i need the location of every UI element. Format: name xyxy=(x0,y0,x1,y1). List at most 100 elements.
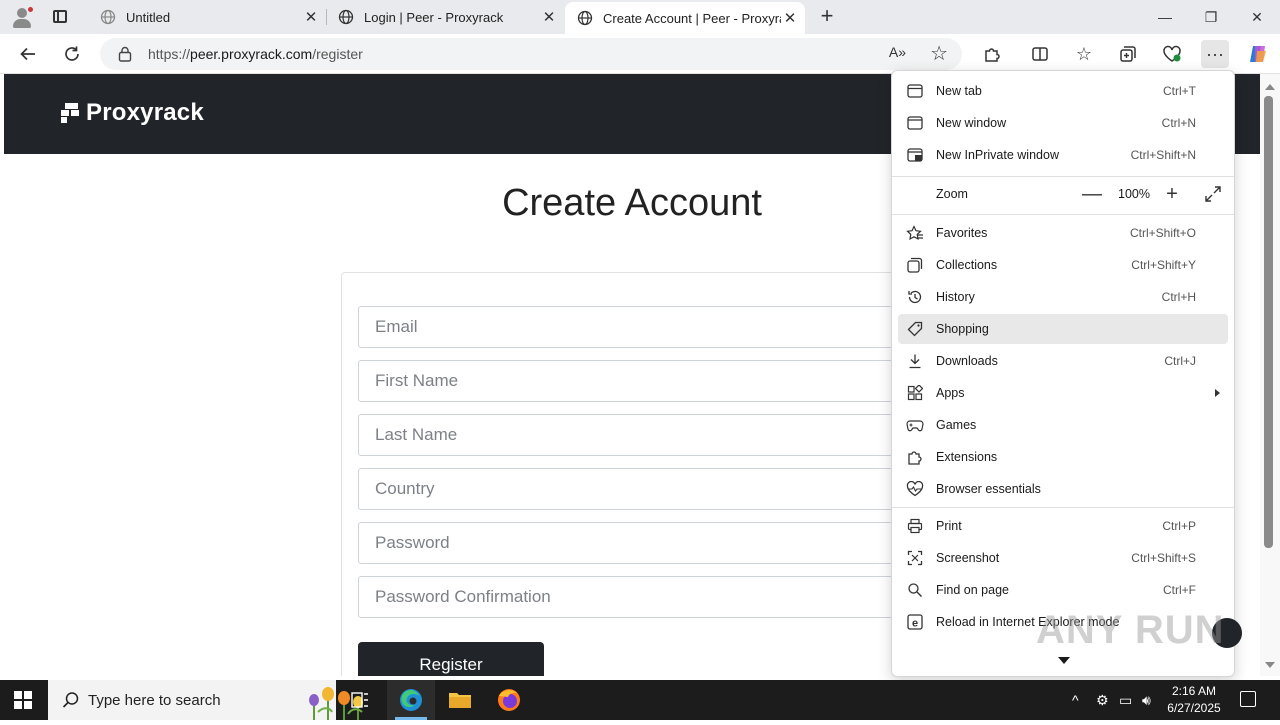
close-tab-icon[interactable]: ✕ xyxy=(781,9,799,27)
menu-item-new-inprivate-window[interactable]: New InPrivate window Ctrl+Shift+N xyxy=(898,140,1228,170)
scroll-down-arrow-icon[interactable] xyxy=(1265,662,1275,668)
menu-item-history[interactable]: History Ctrl+H xyxy=(898,282,1228,312)
maximize-button[interactable]: ❐ xyxy=(1188,0,1234,34)
menu-shortcut: Ctrl+J xyxy=(1164,354,1196,368)
menu-item-apps[interactable]: Apps xyxy=(898,378,1228,408)
last-name-input[interactable] xyxy=(359,415,917,455)
split-screen-icon[interactable] xyxy=(1026,40,1054,68)
menu-label: Browser essentials xyxy=(936,482,1041,496)
close-window-button[interactable]: ✕ xyxy=(1234,0,1280,34)
menu-item-games[interactable]: Games xyxy=(898,410,1228,440)
page-scrollbar[interactable] xyxy=(1260,74,1280,676)
menu-label: Find on page xyxy=(936,583,1009,597)
zoom-in-button[interactable]: + xyxy=(1157,179,1187,209)
windows-taskbar: Type here to search ^ ⚙ ▭ 🔊︎ 2:16 AM 6/2… xyxy=(0,680,1280,720)
tab-untitled[interactable]: Untitled ✕ xyxy=(88,2,327,32)
notification-center-icon[interactable] xyxy=(1240,691,1256,707)
first-name-field[interactable] xyxy=(358,360,918,402)
extensions-puzzle-icon[interactable] xyxy=(978,40,1006,68)
country-select[interactable] xyxy=(358,468,919,510)
back-arrow-icon[interactable] xyxy=(14,40,42,68)
print-icon xyxy=(904,517,926,535)
zoom-out-button[interactable]: — xyxy=(1077,179,1107,209)
network-icon[interactable]: ▭ xyxy=(1119,692,1132,709)
url-scheme: https:// xyxy=(148,46,191,62)
brand-name: Proxyrack xyxy=(86,99,204,126)
favorites-icon xyxy=(904,224,926,242)
menu-item-favorites[interactable]: Favorites Ctrl+Shift+O xyxy=(898,218,1228,248)
tab-title: Login | Peer - Proxyrack xyxy=(364,9,504,25)
country-input[interactable] xyxy=(359,469,917,509)
menu-shortcut: Ctrl+Shift+N xyxy=(1130,148,1196,162)
first-name-input[interactable] xyxy=(359,361,917,401)
lock-icon[interactable] xyxy=(118,46,132,62)
url-text[interactable]: https://peer.proxyrack.com/register xyxy=(148,46,363,62)
email-input[interactable] xyxy=(359,307,917,347)
minimize-button[interactable]: — xyxy=(1142,0,1188,34)
settings-more-icon[interactable]: ··· xyxy=(1201,40,1229,68)
brand-logo[interactable]: Proxyrack xyxy=(61,99,204,127)
close-tab-icon[interactable]: ✕ xyxy=(540,8,558,26)
add-favorite-star-icon[interactable]: ☆ xyxy=(930,41,948,66)
taskbar-search-box[interactable]: Type here to search xyxy=(48,680,363,720)
menu-item-find-on-page[interactable]: Find on page Ctrl+F xyxy=(898,575,1228,605)
register-button[interactable]: Register xyxy=(358,642,544,676)
read-aloud-icon[interactable]: A» xyxy=(889,44,906,60)
menu-shortcut: Ctrl+Shift+S xyxy=(1131,551,1196,565)
menu-item-new-window[interactable]: New window Ctrl+N xyxy=(898,108,1228,138)
task-view-icon[interactable] xyxy=(336,680,384,720)
tab-create-account[interactable]: Create Account | Peer - Proxyrack ✕ xyxy=(565,2,805,34)
address-bar[interactable]: https://peer.proxyrack.com/register A» ☆ xyxy=(100,38,962,70)
profile-avatar-icon[interactable] xyxy=(10,5,34,29)
menu-label: Collections xyxy=(936,258,998,272)
password-field[interactable] xyxy=(358,522,918,564)
menu-shortcut: Ctrl+H xyxy=(1161,290,1196,304)
menu-item-screenshot[interactable]: Screenshot Ctrl+Shift+S xyxy=(898,543,1228,573)
browser-essentials-icon[interactable] xyxy=(1158,40,1186,68)
password-confirmation-input[interactable] xyxy=(359,577,917,617)
close-tab-icon[interactable]: ✕ xyxy=(302,8,320,26)
scroll-up-arrow-icon[interactable] xyxy=(1265,84,1275,90)
tab-actions-icon[interactable] xyxy=(48,6,72,28)
menu-item-downloads[interactable]: Downloads Ctrl+J xyxy=(898,346,1228,376)
edge-taskbar-icon[interactable] xyxy=(387,680,435,720)
menu-item-new-tab[interactable]: New tab Ctrl+T xyxy=(898,76,1228,106)
taskbar-clock[interactable]: 2:16 AM 6/27/2025 xyxy=(1164,683,1224,717)
url-path: /register xyxy=(312,46,363,62)
settings-menu: New tab Ctrl+T New window Ctrl+N New InP… xyxy=(891,70,1235,677)
menu-item-print[interactable]: Print Ctrl+P xyxy=(898,511,1228,541)
last-name-field[interactable] xyxy=(358,414,918,456)
collections-icon[interactable] xyxy=(1114,40,1142,68)
globe-icon xyxy=(338,9,354,25)
menu-item-browser-essentials[interactable]: Browser essentials xyxy=(898,474,1228,504)
favorites-star-icon[interactable]: ☆ xyxy=(1070,40,1098,68)
tray-chevron-up-icon[interactable]: ^ xyxy=(1072,692,1079,708)
menu-scroll-down-icon[interactable] xyxy=(1058,657,1070,664)
menu-label: Favorites xyxy=(936,226,988,240)
search-icon xyxy=(62,692,79,708)
collections-icon xyxy=(904,256,926,274)
new-tab-icon xyxy=(904,82,926,100)
menu-item-collections[interactable]: Collections Ctrl+Shift+Y xyxy=(898,250,1228,280)
volume-icon[interactable]: 🔊︎ xyxy=(1142,692,1151,709)
password-confirmation-field[interactable] xyxy=(358,576,918,618)
email-field[interactable] xyxy=(358,306,918,348)
tray-app-icon[interactable]: ⚙ xyxy=(1096,692,1109,709)
copilot-icon[interactable] xyxy=(1244,40,1272,68)
password-input[interactable] xyxy=(359,523,917,563)
scrollbar-thumb[interactable] xyxy=(1264,96,1273,548)
refresh-icon[interactable] xyxy=(58,40,86,68)
firefox-icon[interactable] xyxy=(485,680,533,720)
menu-item-extensions[interactable]: Extensions xyxy=(898,442,1228,472)
menu-item-zoom: Zoom — 100% + xyxy=(898,179,1228,209)
inprivate-icon xyxy=(904,146,926,164)
history-icon xyxy=(904,288,926,306)
menu-label: Screenshot xyxy=(936,551,1000,565)
file-explorer-icon[interactable] xyxy=(436,680,484,720)
windows-start-icon[interactable] xyxy=(14,691,32,709)
heart-pulse-icon xyxy=(904,480,926,498)
new-tab-plus-icon[interactable]: + xyxy=(814,4,840,30)
fullscreen-expand-icon[interactable] xyxy=(1198,179,1228,209)
tab-login[interactable]: Login | Peer - Proxyrack ✕ xyxy=(326,2,564,32)
menu-item-shopping[interactable]: Shopping xyxy=(898,314,1228,344)
